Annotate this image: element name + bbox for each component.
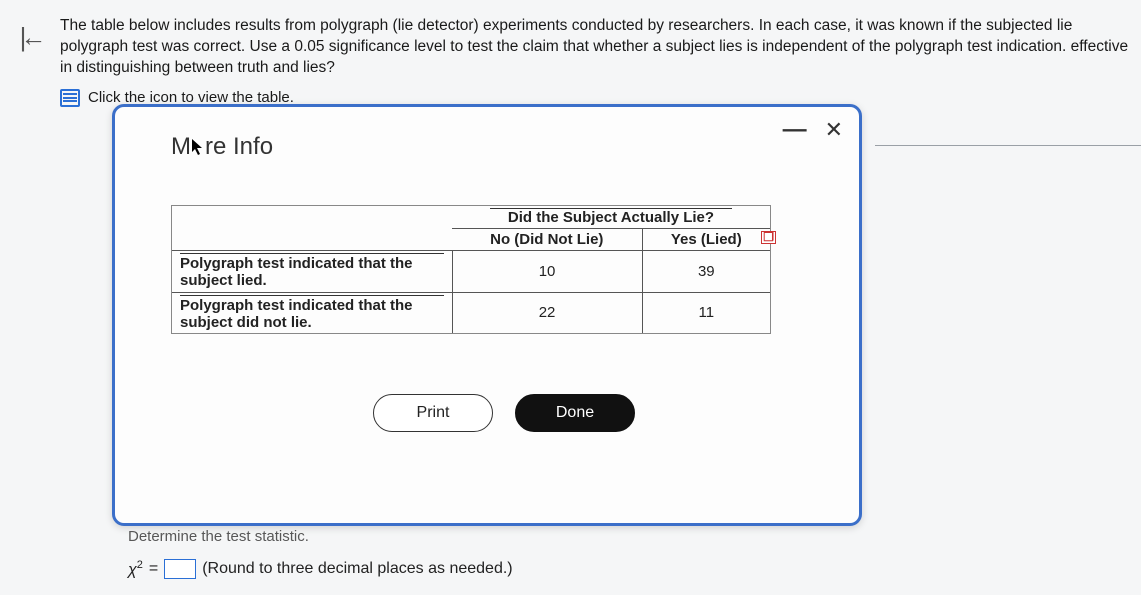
cell-r2c1: 22 [452,292,642,333]
minimize-button[interactable]: — [783,125,807,135]
chi-square-formula: χ2 = (Round to three decimal places as n… [128,559,513,579]
copy-icon[interactable]: ❐ [761,231,776,244]
collapse-nav-icon[interactable]: |← [20,22,41,53]
close-icon[interactable]: ✕ [825,117,843,143]
modal-title: Mre Info [171,133,837,161]
table-group-header: Did the Subject Actually Lie? [452,206,770,229]
cell-r1c2: 39 [642,251,770,293]
col-header-yes: Yes (Lied)❐ [642,229,770,251]
cursor-icon [191,135,205,163]
round-note: (Round to three decimal places as needed… [202,560,512,578]
divider [875,145,1141,146]
row-label-lied: Polygraph test indicated that the subjec… [172,251,452,293]
table-icon [60,89,80,107]
done-button[interactable]: Done [515,394,635,432]
cell-r1c1: 10 [452,251,642,293]
print-button[interactable]: Print [373,394,493,432]
question-text: The table below includes results from po… [60,16,1141,79]
row-label-not-lie: Polygraph test indicated that the subjec… [172,292,452,333]
more-info-modal: — ✕ Mre Info Did the Subject Actually Li… [112,104,862,526]
table-corner [172,206,452,251]
table-row: Polygraph test indicated that the subjec… [172,251,770,293]
chi-square-input[interactable] [164,559,196,579]
determine-label: Determine the test statistic. [128,528,513,545]
contingency-table: Did the Subject Actually Lie? No (Did No… [171,205,771,334]
table-row: Polygraph test indicated that the subjec… [172,292,770,333]
cell-r2c2: 11 [642,292,770,333]
col-header-no: No (Did Not Lie) [452,229,642,251]
